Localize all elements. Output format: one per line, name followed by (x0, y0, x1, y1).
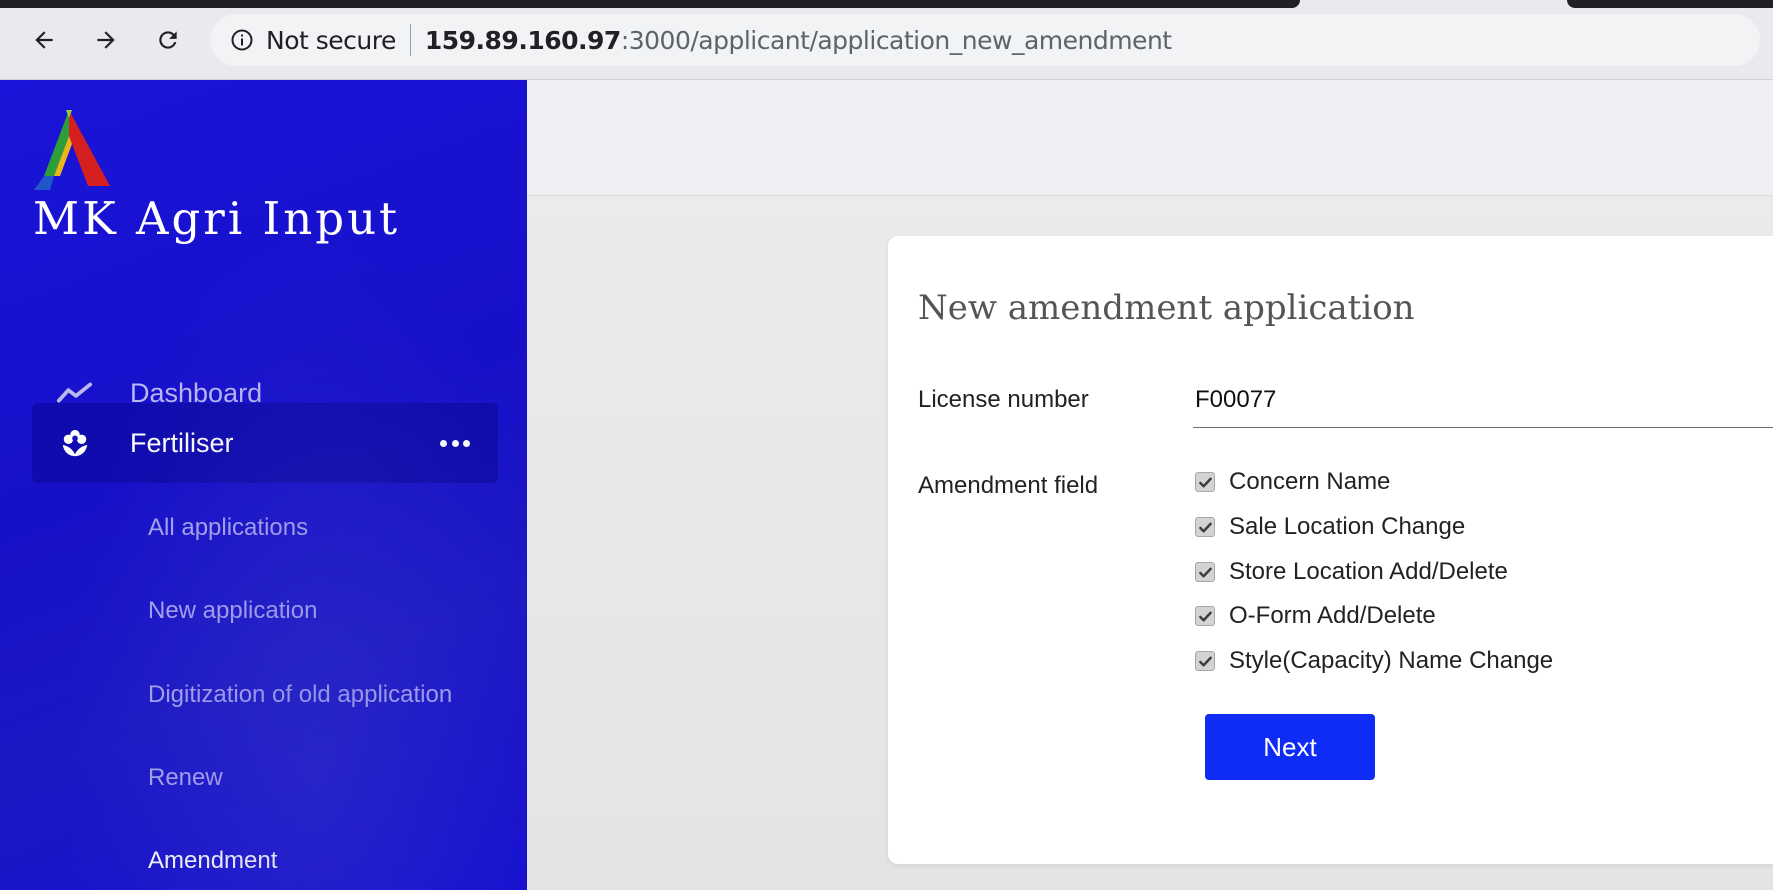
reload-button[interactable] (150, 22, 186, 58)
tab-strip (1567, 0, 1773, 8)
amendment-field-label: Amendment field (918, 472, 1099, 499)
sidebar-subitem-digitization[interactable]: Digitization of old application (148, 681, 452, 709)
amendment-form-card: New amendment application License number… (888, 236, 1773, 864)
sidebar-item-label: Fertiliser (130, 427, 234, 458)
checkbox-label: Style(Capacity) Name Change (1229, 647, 1554, 674)
checkbox[interactable] (1195, 651, 1215, 671)
page-title: New amendment application (918, 288, 1415, 328)
brand-logo (34, 110, 110, 190)
browser-toolbar: Not secure 159.89.160.97 :3000/applicant… (0, 0, 1773, 80)
checkbox[interactable] (1195, 562, 1215, 582)
check-icon (1198, 567, 1212, 577)
checkbox-style-capacity[interactable]: Style(Capacity) Name Change (1195, 647, 1553, 675)
license-number-input[interactable] (1193, 372, 1773, 428)
checkbox-label: Store Location Add/Delete (1229, 558, 1508, 585)
checkbox-o-form[interactable]: O-Form Add/Delete (1195, 602, 1436, 630)
checkbox-label: O-Form Add/Delete (1229, 602, 1436, 629)
sidebar: MK Agri Input Dashboard Fertiliser All a… (0, 80, 527, 890)
top-header (527, 80, 1773, 196)
info-icon[interactable] (230, 28, 254, 52)
arrow-left-icon (35, 31, 53, 49)
checkbox-store-location[interactable]: Store Location Add/Delete (1195, 558, 1508, 586)
checkbox-label: Concern Name (1229, 468, 1391, 495)
sidebar-item-fertiliser[interactable]: Fertiliser (32, 403, 498, 483)
check-icon (1198, 656, 1212, 666)
check-icon (1198, 477, 1212, 487)
forward-button[interactable] (88, 22, 124, 58)
check-icon (1198, 522, 1212, 532)
url-host: 159.89.160.97 (424, 25, 621, 55)
sidebar-subitem-new-application[interactable]: New application (148, 597, 317, 625)
sidebar-subitem-renew[interactable]: Renew (148, 764, 223, 792)
address-bar[interactable]: Not secure 159.89.160.97 :3000/applicant… (210, 14, 1760, 66)
back-button[interactable] (26, 22, 62, 58)
next-button[interactable]: Next (1205, 714, 1375, 780)
security-status: Not secure (266, 25, 396, 55)
license-number-label: License number (918, 386, 1089, 413)
brand-name: MK Agri Input (33, 192, 401, 245)
arrow-right-icon (97, 31, 115, 49)
url-path: :3000/applicant/application_new_amendmen… (620, 25, 1172, 55)
checkbox[interactable] (1195, 517, 1215, 537)
reload-icon (159, 31, 177, 49)
sidebar-subitem-all-applications[interactable]: All applications (148, 514, 308, 542)
tab-strip (0, 0, 1300, 8)
more-options-icon[interactable] (440, 431, 470, 455)
check-icon (1198, 611, 1212, 621)
flower-icon (54, 422, 96, 464)
checkbox[interactable] (1195, 606, 1215, 626)
checkbox-sale-location-change[interactable]: Sale Location Change (1195, 513, 1465, 541)
checkbox[interactable] (1195, 472, 1215, 492)
sidebar-subitem-amendment[interactable]: Amendment (148, 847, 277, 875)
address-divider (409, 24, 411, 56)
checkbox-label: Sale Location Change (1229, 513, 1466, 540)
checkbox-concern-name[interactable]: Concern Name (1195, 468, 1390, 496)
